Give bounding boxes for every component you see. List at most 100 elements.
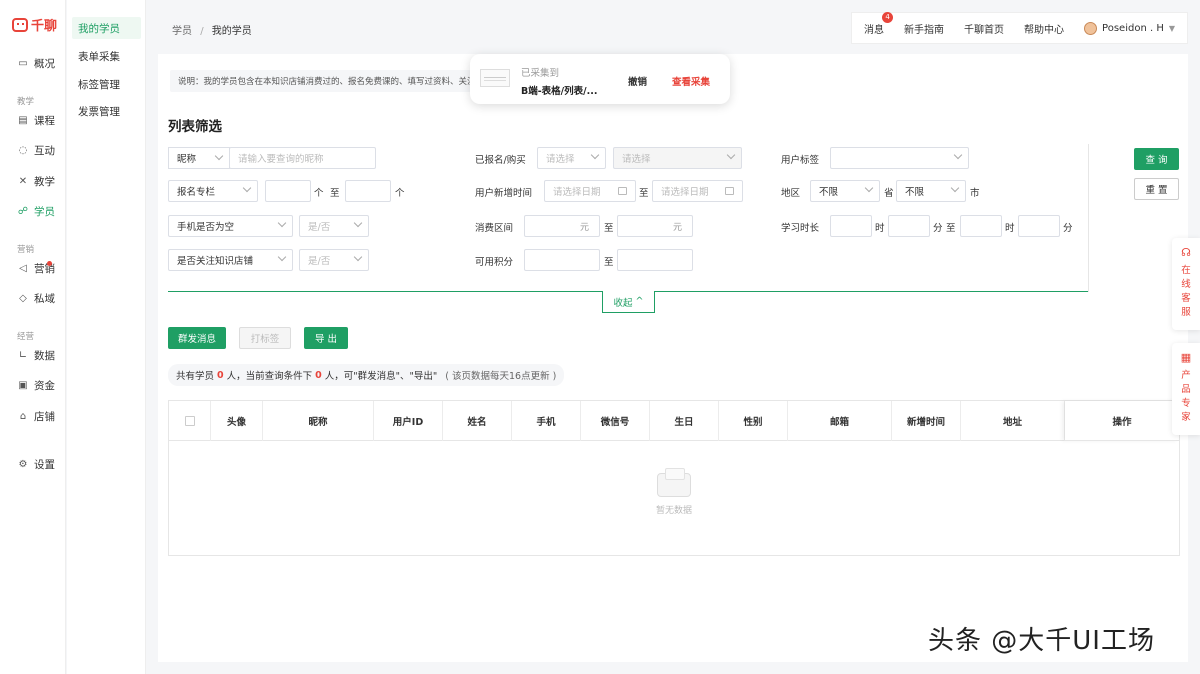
chevron-down-icon — [214, 151, 224, 161]
study-max-hour[interactable] — [960, 215, 1002, 237]
points-max-input[interactable] — [617, 249, 693, 271]
study-max-minute[interactable] — [1018, 215, 1060, 237]
messages-link[interactable]: 消息 4 — [864, 11, 894, 36]
main-nav: 千聊 ▭ 概况 教学 ▤ 课程 ◌ 互动 ✕ 教学 ☍ 学员 营销 ◁ 营销 ◇ 私域 经营 … — [0, 0, 66, 674]
nav-item-private[interactable]: ◇ 私域 — [0, 286, 66, 310]
column-select[interactable]: 报名专栏 — [168, 180, 258, 202]
subnav-tag-manage[interactable]: 标签管理 — [72, 73, 141, 95]
calendar-icon — [618, 187, 627, 195]
nav-item-settings[interactable]: ⚙ 设置 — [0, 452, 66, 476]
filter-title: 列表筛选 — [168, 119, 222, 135]
nav-item-students[interactable]: ☍ 学员 — [0, 199, 66, 223]
online-service-button[interactable]: ☊ 在线客服 — [1172, 238, 1200, 330]
total-count: 0 — [217, 369, 224, 381]
view-collect-button[interactable]: 查看采集 — [672, 74, 710, 88]
nickname-input[interactable]: 请输入要查询的昵称 — [229, 147, 376, 169]
nav-item-interaction[interactable]: ◌ 互动 — [0, 138, 66, 162]
city-select[interactable]: 不限 — [896, 180, 966, 202]
nickname-type-select[interactable]: 昵称 — [168, 147, 230, 169]
message-count-badge: 4 — [882, 11, 894, 23]
update-hint: ( 该页数据每天16点更新 ) — [445, 371, 557, 382]
product-expert-button[interactable]: ▦ 产品专家 — [1172, 343, 1200, 435]
chat-icon: ◌ — [18, 144, 28, 156]
breadcrumb-current: 我的学员 — [211, 26, 252, 37]
follow-store-select[interactable]: 是否关注知识店铺 — [168, 249, 293, 271]
region-label: 地区 — [781, 188, 801, 199]
chevron-down-icon — [864, 183, 874, 193]
col-name: 姓名 — [443, 401, 512, 441]
col-address: 地址 — [961, 401, 1065, 441]
chevron-down-icon: ▼ — [1168, 23, 1175, 33]
nav-item-courses[interactable]: ▤ 课程 — [0, 108, 66, 132]
undo-button[interactable]: 撤销 — [628, 74, 647, 88]
shield-icon: ◇ — [19, 292, 27, 304]
to-label: 至 — [330, 188, 340, 199]
province-select[interactable]: 不限 — [810, 180, 880, 202]
breadcrumb-sep: / — [200, 26, 204, 37]
select-all-checkbox[interactable] — [184, 416, 195, 426]
empty-box-icon — [657, 468, 691, 497]
breadcrumb-parent[interactable]: 学员 — [172, 26, 192, 37]
column-count-max[interactable] — [345, 180, 391, 202]
col-avatar: 头像 — [211, 401, 263, 441]
nav-item-funds[interactable]: ▣ 资金 — [0, 373, 66, 397]
chevron-down-icon — [950, 183, 960, 193]
chevron-down-icon — [726, 150, 736, 160]
tools-icon: ✕ — [18, 175, 28, 187]
col-actions: 操作 — [1065, 401, 1179, 441]
spend-label: 消费区间 — [475, 223, 514, 234]
qr-code-icon: ▦ — [1180, 351, 1192, 364]
collapse-button[interactable]: 收起 ^ — [602, 291, 655, 313]
table-header: 头像 昵称 用户ID 姓名 手机 微信号 生日 性别 邮箱 新增时间 地址 操作 — [169, 401, 1179, 441]
subnav-invoice-manage[interactable]: 发票管理 — [72, 100, 141, 122]
logo-icon — [12, 17, 28, 32]
study-min-hour[interactable] — [830, 215, 872, 237]
nav-item-marketing[interactable]: ◁ 营销 — [0, 256, 66, 280]
export-button[interactable]: 导 出 — [304, 327, 348, 349]
spend-max-input[interactable]: 元 — [617, 215, 693, 237]
phone-empty-select[interactable]: 手机是否为空 — [168, 215, 293, 237]
store-icon: ⌂ — [19, 410, 27, 422]
empty-state: 暂无数据 — [639, 468, 709, 516]
nav-item-overview[interactable]: ▭ 概况 — [0, 51, 66, 75]
chevron-down-icon — [353, 252, 363, 262]
help-link[interactable]: 帮助中心 — [1024, 21, 1064, 36]
user-menu[interactable]: Poseidon . H ▼ — [1084, 21, 1175, 35]
tag-button[interactable]: 打标签 — [239, 327, 291, 349]
column-count-min[interactable] — [265, 180, 311, 202]
signed-item-select[interactable]: 请选择 — [613, 147, 742, 169]
query-button[interactable]: 查 询 — [1134, 148, 1179, 170]
chart-icon: ∟ — [18, 349, 28, 361]
thumbnail — [480, 69, 510, 87]
nav-item-store[interactable]: ⌂ 店铺 — [0, 404, 66, 428]
signed-type-select[interactable]: 请选择 — [537, 147, 606, 169]
phone-empty-yesno[interactable]: 是/否 — [299, 215, 369, 237]
chevron-down-icon — [277, 252, 287, 262]
guide-link[interactable]: 新手指南 — [904, 21, 944, 36]
toast-item-name: B端-表格/列表/... — [521, 86, 598, 97]
calendar-icon — [725, 187, 734, 195]
spend-min-input[interactable]: 元 — [524, 215, 600, 237]
nav-group-business: 经营 — [17, 332, 35, 342]
subnav-my-students[interactable]: 我的学员 — [72, 17, 141, 39]
new-time-start[interactable]: 请选择日期 — [544, 180, 636, 202]
avatar — [1084, 21, 1098, 35]
tag-select[interactable] — [830, 147, 969, 169]
points-label: 可用积分 — [475, 257, 514, 268]
nav-item-data[interactable]: ∟ 数据 — [0, 343, 66, 367]
follow-store-yesno[interactable]: 是/否 — [299, 249, 369, 271]
study-min-minute[interactable] — [888, 215, 930, 237]
app-logo[interactable]: 千聊 — [12, 15, 57, 34]
study-label: 学习时长 — [781, 223, 820, 234]
home-link[interactable]: 千聊首页 — [964, 21, 1004, 36]
new-time-end[interactable]: 请选择日期 — [652, 180, 743, 202]
main-panel: 说明：我的学员包含在本知识店铺消费过的、报名免费课的、填写过资料、关注过 列表筛… — [158, 54, 1188, 662]
reset-button[interactable]: 重 置 — [1134, 178, 1179, 200]
tag-label: 用户标签 — [781, 155, 820, 166]
nav-item-teaching[interactable]: ✕ 教学 — [0, 169, 66, 193]
top-bar: 学员 / 我的学员 消息 4 新手指南 千聊首页 帮助中心 Poseidon . … — [158, 11, 1188, 44]
col-nickname: 昵称 — [263, 401, 374, 441]
subnav-form-collect[interactable]: 表单采集 — [72, 45, 141, 67]
bulk-message-button[interactable]: 群发消息 — [168, 327, 226, 349]
points-min-input[interactable] — [524, 249, 600, 271]
